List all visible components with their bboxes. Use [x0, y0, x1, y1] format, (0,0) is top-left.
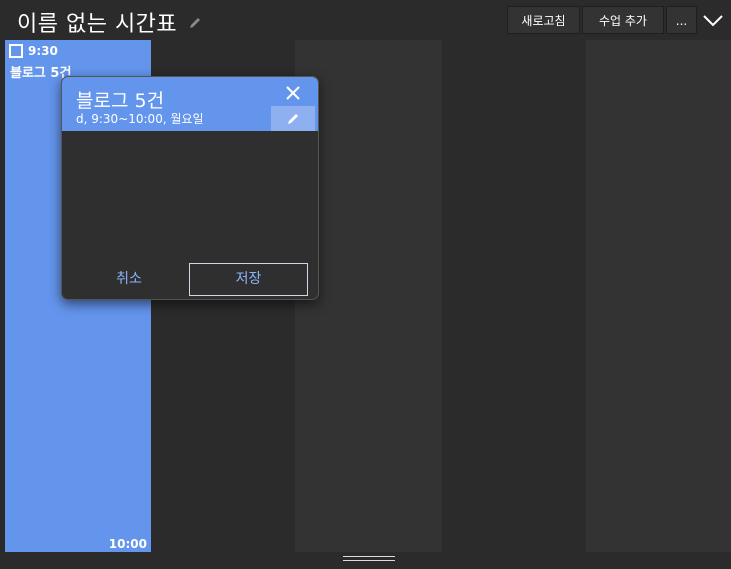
popup-title: 블로그 5건 — [76, 90, 165, 112]
cancel-button[interactable]: 취소 — [92, 265, 166, 293]
pencil-icon[interactable] — [188, 16, 202, 30]
close-icon[interactable] — [284, 84, 302, 102]
popup-header: 블로그 5건 d, 9:30~10:00, 월요일 — [62, 77, 318, 131]
day-column[interactable] — [442, 40, 586, 552]
event-popup: 블로그 5건 d, 9:30~10:00, 월요일 취소 저장 — [61, 76, 319, 300]
more-button[interactable]: ... — [666, 6, 697, 34]
event-end-time: 10:00 — [108, 537, 147, 551]
resize-handle[interactable] — [343, 556, 395, 562]
pencil-icon — [288, 114, 298, 124]
refresh-button[interactable]: 새로고침 — [507, 6, 580, 34]
day-column[interactable] — [586, 40, 731, 552]
edit-button[interactable] — [271, 106, 315, 131]
chevron-down-icon[interactable] — [701, 10, 725, 30]
popup-subtitle: d, 9:30~10:00, 월요일 — [76, 112, 204, 126]
header-bar: 이름 없는 시간표 새로고침 수업 추가 ... — [0, 0, 731, 40]
timetable-title[interactable]: 이름 없는 시간표 — [17, 6, 177, 38]
event-start-time: 9:30 — [28, 44, 58, 58]
add-class-button[interactable]: 수업 추가 — [582, 6, 664, 34]
save-button[interactable]: 저장 — [189, 263, 308, 296]
event-checkbox[interactable] — [9, 44, 23, 58]
popup-body — [62, 131, 318, 261]
